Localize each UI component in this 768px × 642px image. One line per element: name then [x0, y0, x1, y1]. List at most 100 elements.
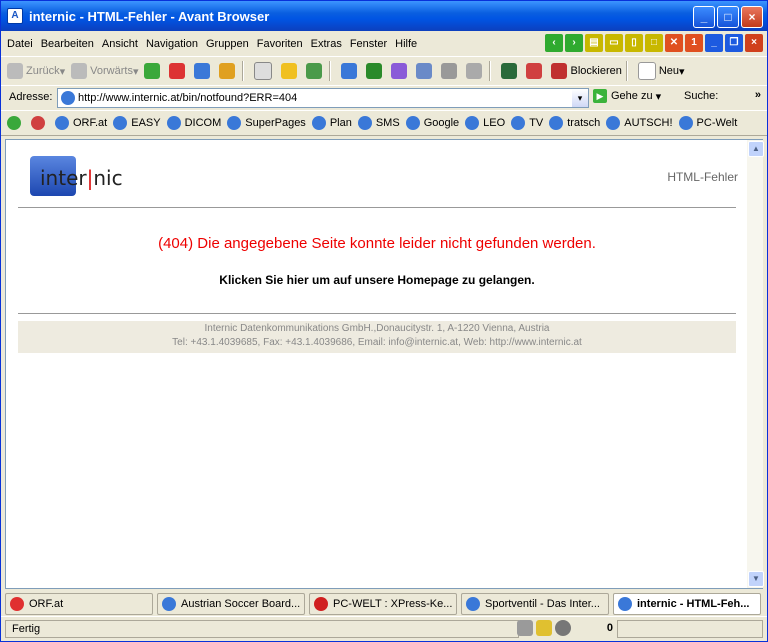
menu-ansicht[interactable]: Ansicht: [102, 38, 138, 50]
translate-icon: [391, 63, 408, 79]
status-text: Fertig: [5, 620, 519, 638]
single-window-icon[interactable]: 1: [685, 34, 703, 52]
tile-horizontal-icon[interactable]: ▭: [605, 34, 623, 52]
edit-button[interactable]: [416, 63, 435, 79]
page-footer: Internic Datenkommunikations GmbH.,Donau…: [18, 321, 736, 353]
tab-icon: [314, 597, 328, 611]
menu-extras[interactable]: Extras: [311, 38, 342, 50]
child-restore-icon[interactable]: ❐: [725, 34, 743, 52]
menu-fenster[interactable]: Fenster: [350, 38, 387, 50]
vertical-scrollbar[interactable]: ▲ ▼: [747, 139, 764, 589]
back-button[interactable]: Zurück ▾: [7, 63, 65, 79]
chevron-right-icon[interactable]: »: [755, 89, 761, 101]
tab-pc-welt[interactable]: PC-WELT : XPress-Ke...: [309, 593, 457, 615]
menu-navigation[interactable]: Navigation: [146, 38, 198, 50]
link-superpages[interactable]: SuperPages: [227, 116, 306, 130]
mail-button[interactable]: [466, 63, 485, 79]
link-autsch[interactable]: AUTSCH!: [606, 116, 673, 130]
ie-page-icon: [227, 116, 242, 130]
link-dicom[interactable]: DICOM: [166, 116, 221, 130]
browser-window: A internic - HTML-Fehler - Avant Browser…: [0, 0, 768, 642]
status-progress: [617, 620, 763, 638]
logo-divider: |: [86, 166, 94, 190]
menu-bearbeiten[interactable]: Bearbeiten: [41, 38, 94, 50]
translate-button[interactable]: [391, 63, 410, 79]
footer-contact: Tel: +43.1.4039685, Fax: +43.1.4039686, …: [172, 337, 582, 348]
tab-icon: [466, 597, 480, 611]
scroll-up-button[interactable]: ▲: [748, 141, 764, 157]
address-dropdown-button[interactable]: ▾: [572, 89, 588, 107]
ie-page-icon: [549, 116, 564, 130]
maximize-all-icon[interactable]: □: [645, 34, 663, 52]
print-icon: [441, 63, 458, 79]
history-button[interactable]: [306, 63, 325, 79]
up-button[interactable]: [144, 63, 163, 79]
search-button[interactable]: [254, 62, 275, 80]
favorites-button[interactable]: [281, 63, 300, 79]
internic-logo[interactable]: inter|nic: [30, 156, 123, 196]
refresh-button[interactable]: [194, 63, 213, 79]
stop-button[interactable]: [169, 63, 188, 79]
link-plan[interactable]: Plan: [311, 116, 352, 130]
close-button[interactable]: ×: [741, 6, 763, 28]
child-close-icon[interactable]: ×: [745, 34, 763, 52]
new-button[interactable]: Neu ▾: [637, 62, 685, 80]
address-bar: Adresse: http://www.internic.at/bin/notf…: [1, 86, 767, 111]
address-url[interactable]: http://www.internic.at/bin/notfound?ERR=…: [78, 92, 297, 104]
menu-favoriten[interactable]: Favoriten: [257, 38, 303, 50]
browser-app-icon: A: [7, 8, 23, 24]
link-tratsch[interactable]: tratsch: [549, 116, 600, 130]
link-orf[interactable]: ORF.at: [55, 116, 107, 130]
image-toggle-button[interactable]: [501, 63, 520, 79]
tab-icon: [10, 597, 24, 611]
link-tv[interactable]: TV: [511, 116, 543, 130]
link-sms[interactable]: SMS: [357, 116, 400, 130]
cascade-icon[interactable]: ▤: [585, 34, 603, 52]
close-all-icon[interactable]: ✕: [665, 34, 683, 52]
homepage-link[interactable]: Klicken Sie hier um auf unsere Homepage …: [6, 273, 748, 287]
tab-internic[interactable]: internic - HTML-Feh...: [613, 593, 761, 615]
tab-orf[interactable]: ORF.at: [5, 593, 153, 615]
address-input[interactable]: http://www.internic.at/bin/notfound?ERR=…: [57, 88, 589, 108]
menu-gruppen[interactable]: Gruppen: [206, 38, 249, 50]
link-pc-welt[interactable]: PC-Welt: [678, 116, 737, 130]
popup-blocker-icon[interactable]: [555, 620, 571, 636]
add-link-button[interactable]: [7, 116, 25, 130]
view-button[interactable]: [341, 63, 360, 79]
home-button[interactable]: [219, 63, 238, 79]
tab-sportventil[interactable]: Sportventil - Das Inter...: [461, 593, 609, 615]
menu-hilfe[interactable]: Hilfe: [395, 38, 417, 50]
search-label[interactable]: Suche:: [684, 90, 718, 102]
home-icon: [219, 63, 236, 79]
block-popups-button[interactable]: Blockieren: [551, 63, 622, 79]
link-google[interactable]: Google: [405, 116, 459, 130]
next-window-icon[interactable]: ›: [565, 34, 583, 52]
security-icon[interactable]: [536, 620, 552, 636]
link-easy[interactable]: EASY: [113, 116, 161, 130]
window-title: internic - HTML-Fehler - Avant Browser: [29, 8, 270, 24]
script-toggle-button[interactable]: [526, 63, 545, 79]
remove-link-button[interactable]: [31, 116, 49, 130]
prev-window-icon[interactable]: ‹: [545, 34, 563, 52]
ie-page-icon: [465, 116, 480, 130]
menu-datei[interactable]: Datei: [7, 38, 33, 50]
link-leo[interactable]: LEO: [465, 116, 505, 130]
ie-page-icon: [61, 91, 75, 105]
print-button[interactable]: [441, 63, 460, 79]
menu-bar: Datei Bearbeiten Ansicht Navigation Grup…: [1, 32, 767, 57]
history-icon: [306, 63, 323, 79]
child-minimize-icon[interactable]: _: [705, 34, 723, 52]
tab-soccer-board[interactable]: Austrian Soccer Board...: [157, 593, 305, 615]
ie-page-icon: [311, 116, 326, 130]
forward-button[interactable]: Vorwärts ▾: [71, 63, 138, 79]
go-button[interactable]: ▶ Gehe zu ▾: [593, 89, 661, 103]
font-button[interactable]: [366, 63, 385, 79]
script-icon: [526, 63, 543, 79]
tile-vertical-icon[interactable]: ▯: [625, 34, 643, 52]
tab-icon: [618, 597, 632, 611]
minimize-button[interactable]: _: [693, 6, 715, 28]
maximize-button[interactable]: □: [717, 6, 739, 28]
title-bar[interactable]: A internic - HTML-Fehler - Avant Browser…: [1, 1, 767, 31]
network-icon[interactable]: [517, 620, 533, 636]
scroll-down-button[interactable]: ▼: [748, 571, 764, 587]
